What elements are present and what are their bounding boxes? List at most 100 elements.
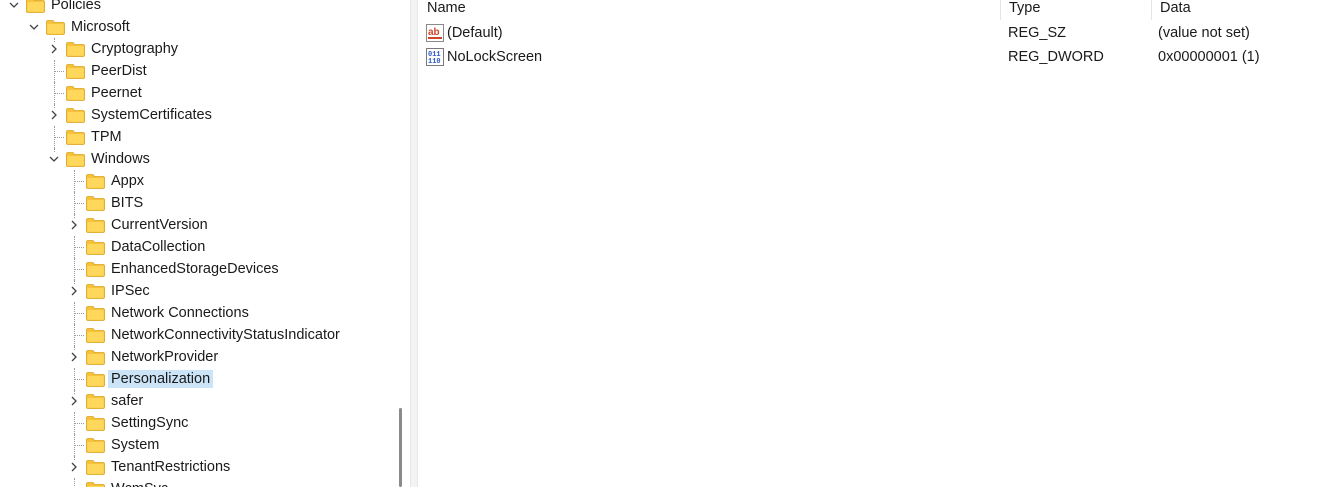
value-name: (Default) [447, 25, 503, 41]
tree-item-label: PeerDist [91, 63, 147, 79]
tree-item-label: WcmSvc [108, 480, 171, 487]
chevron-right-icon[interactable] [48, 109, 60, 121]
key-tree-pane[interactable]: Policies Microsoft Cryptography PeerDist Pee… [0, 0, 408, 487]
tree-item-networkconnectivitystatusindicator[interactable]: NetworkConnectivityStatusIndicator [0, 324, 392, 346]
value-type: REG_SZ [1008, 25, 1067, 41]
tree-item-label: NetworkProvider [111, 349, 219, 365]
tree-item-label: IPSec [111, 283, 150, 299]
tree-item-appx[interactable]: Appx [0, 170, 392, 192]
tree-item-label: NetworkConnectivityStatusIndicator [111, 327, 340, 343]
tree-item-peernet[interactable]: Peernet [0, 82, 392, 104]
tree-item-wcmsvc[interactable]: WcmSvc [0, 478, 392, 487]
folder-icon [86, 438, 105, 453]
folder-icon [66, 108, 85, 123]
tree-item-peerdist[interactable]: PeerDist [0, 60, 392, 82]
tree-item-settingsync[interactable]: SettingSync [0, 412, 392, 434]
pane-splitter[interactable] [410, 0, 418, 487]
tree-item-tpm[interactable]: TPM [0, 126, 392, 148]
folder-icon [86, 394, 105, 409]
tree-item-label: Network Connections [111, 305, 249, 321]
tree-item-label: SystemCertificates [91, 107, 212, 123]
value-row-default[interactable]: ab (Default) REG_SZ (value not set) [419, 21, 1342, 45]
folder-icon [86, 306, 105, 321]
tree-item-datacollection[interactable]: DataCollection [0, 236, 392, 258]
chevron-down-icon[interactable] [28, 21, 40, 33]
tree-item-policies[interactable]: Policies [0, 0, 392, 16]
folder-icon [46, 20, 65, 35]
value-name: NoLockScreen [447, 49, 543, 65]
tree-item-label: TenantRestrictions [111, 459, 231, 475]
chevron-right-icon[interactable] [68, 395, 80, 407]
chevron-down-icon[interactable] [48, 153, 60, 165]
tree-item-bits[interactable]: BITS [0, 192, 392, 214]
folder-icon [86, 218, 105, 233]
tree-item-label: Peernet [91, 85, 142, 101]
svg-text:ab: ab [428, 27, 440, 38]
binary-value-icon: 011 110 [426, 48, 444, 66]
tree-item-label: CurrentVersion [111, 217, 208, 233]
tree-item-windows[interactable]: Windows [0, 148, 392, 170]
value-data: 0x00000001 (1) [1158, 49, 1260, 65]
key-tree: Policies Microsoft Cryptography PeerDist Pee… [0, 0, 392, 487]
tree-item-enhancedstoragedevices[interactable]: EnhancedStorageDevices [0, 258, 392, 280]
tree-item-label: Cryptography [91, 41, 179, 57]
tree-item-label: TPM [91, 129, 122, 145]
tree-item-safer[interactable]: safer [0, 390, 392, 412]
tree-item-label: Policies [51, 0, 101, 13]
tree-item-network-connections[interactable]: Network Connections [0, 302, 392, 324]
folder-icon [66, 152, 85, 167]
column-header-type[interactable]: Type [1001, 0, 1151, 20]
chevron-right-icon[interactable] [68, 351, 80, 363]
tree-item-label: Appx [111, 173, 145, 189]
tree-item-label: EnhancedStorageDevices [111, 261, 279, 277]
chevron-right-icon[interactable] [48, 43, 60, 55]
folder-icon [86, 416, 105, 431]
tree-item-label: BITS [111, 195, 144, 211]
folder-icon [66, 64, 85, 79]
folder-icon [86, 174, 105, 189]
value-data: (value not set) [1158, 25, 1250, 41]
tree-scrollbar[interactable] [392, 0, 408, 487]
folder-icon [66, 42, 85, 57]
tree-item-label: Personalization [108, 370, 214, 388]
value-row-nolockscreen[interactable]: 011 110 NoLockScreen REG_DWORD 0x0000000… [419, 45, 1342, 69]
tree-scrollbar-thumb[interactable] [399, 408, 402, 487]
tree-item-currentversion[interactable]: CurrentVersion [0, 214, 392, 236]
tree-item-microsoft[interactable]: Microsoft [0, 16, 392, 38]
folder-icon [86, 328, 105, 343]
value-type: REG_DWORD [1008, 49, 1104, 65]
folder-icon [86, 240, 105, 255]
values-pane: Name Type Data ab (Default) REG_SZ (valu… [419, 0, 1342, 487]
column-header-name[interactable]: Name [419, 0, 1000, 20]
folder-icon [86, 196, 105, 211]
folder-icon [86, 460, 105, 475]
tree-item-label: Microsoft [71, 19, 130, 35]
svg-text:110: 110 [428, 58, 441, 66]
tree-item-label: System [111, 437, 160, 453]
values-header: Name Type Data [419, 0, 1342, 20]
tree-item-ipsec[interactable]: IPSec [0, 280, 392, 302]
folder-icon [86, 350, 105, 365]
folder-icon [86, 284, 105, 299]
tree-item-system[interactable]: System [0, 434, 392, 456]
tree-item-label: DataCollection [111, 239, 206, 255]
tree-item-tenantrestrictions[interactable]: TenantRestrictions [0, 456, 392, 478]
tree-item-systemcertificates[interactable]: SystemCertificates [0, 104, 392, 126]
column-header-data[interactable]: Data [1152, 0, 1332, 20]
chevron-right-icon[interactable] [68, 285, 80, 297]
folder-icon [86, 482, 105, 487]
tree-item-label: Windows [91, 151, 150, 167]
folder-icon [26, 0, 45, 13]
tree-item-label: safer [111, 393, 144, 409]
chevron-right-icon[interactable] [68, 461, 80, 473]
string-value-icon: ab [426, 24, 444, 42]
chevron-right-icon[interactable] [68, 219, 80, 231]
tree-item-networkprovider[interactable]: NetworkProvider [0, 346, 392, 368]
tree-item-cryptography[interactable]: Cryptography [0, 38, 392, 60]
tree-item-label: SettingSync [111, 415, 189, 431]
folder-icon [86, 262, 105, 277]
folder-icon [66, 130, 85, 145]
tree-item-personalization[interactable]: Personalization [0, 368, 392, 390]
chevron-down-icon[interactable] [8, 0, 20, 11]
folder-icon [66, 86, 85, 101]
